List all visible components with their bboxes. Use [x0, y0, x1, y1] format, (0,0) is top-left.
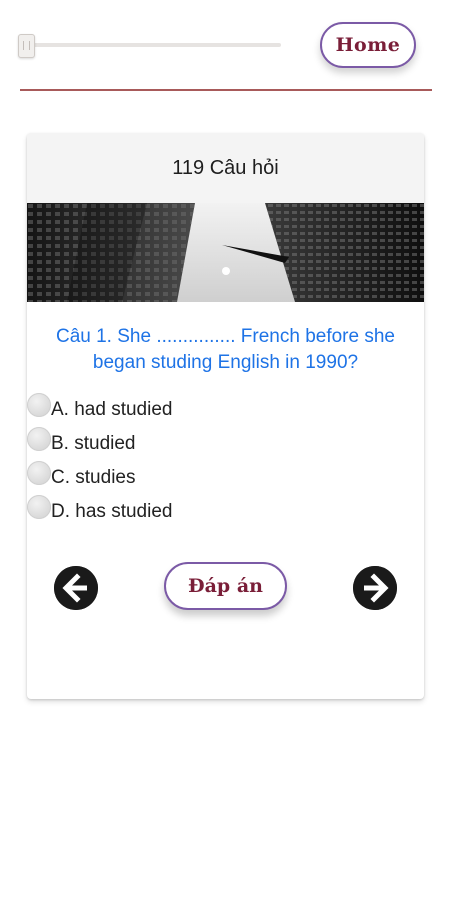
- option-d[interactable]: D. has studied: [27, 495, 387, 531]
- question-count-title: 119 Câu hỏi: [172, 156, 279, 179]
- question-card: 119 Câu hỏi Câu 1. She ............... F…: [27, 133, 424, 699]
- radio-button-icon[interactable]: [27, 495, 51, 519]
- radio-button-icon[interactable]: [27, 427, 51, 451]
- quiz-screen: Home 119 Câu hỏi Câu 1. She ............…: [0, 0, 450, 900]
- option-c[interactable]: C. studies: [27, 461, 387, 497]
- option-label: A. had studied: [51, 399, 173, 420]
- building-banner-image: [27, 203, 424, 302]
- option-b[interactable]: B. studied: [27, 427, 387, 463]
- card-header: 119 Câu hỏi: [27, 133, 424, 203]
- next-question-button[interactable]: [353, 566, 397, 610]
- show-answer-button[interactable]: Đáp án: [164, 562, 287, 610]
- question-text: Câu 1. She ............... French before…: [55, 326, 395, 373]
- option-label: B. studied: [51, 433, 136, 454]
- home-button[interactable]: Home: [320, 22, 416, 68]
- previous-question-button[interactable]: [54, 566, 98, 610]
- option-a[interactable]: A. had studied: [27, 393, 387, 429]
- arrow-left-circle-icon: [54, 566, 98, 610]
- radio-button-icon[interactable]: [27, 393, 51, 417]
- arrow-right-circle-icon: [353, 566, 397, 610]
- option-label: C. studies: [51, 467, 136, 488]
- progress-slider-thumb[interactable]: [18, 34, 35, 58]
- header-divider: [20, 89, 432, 91]
- progress-slider-track[interactable]: [22, 43, 281, 47]
- radio-button-icon[interactable]: [27, 461, 51, 485]
- option-label: D. has studied: [51, 501, 173, 522]
